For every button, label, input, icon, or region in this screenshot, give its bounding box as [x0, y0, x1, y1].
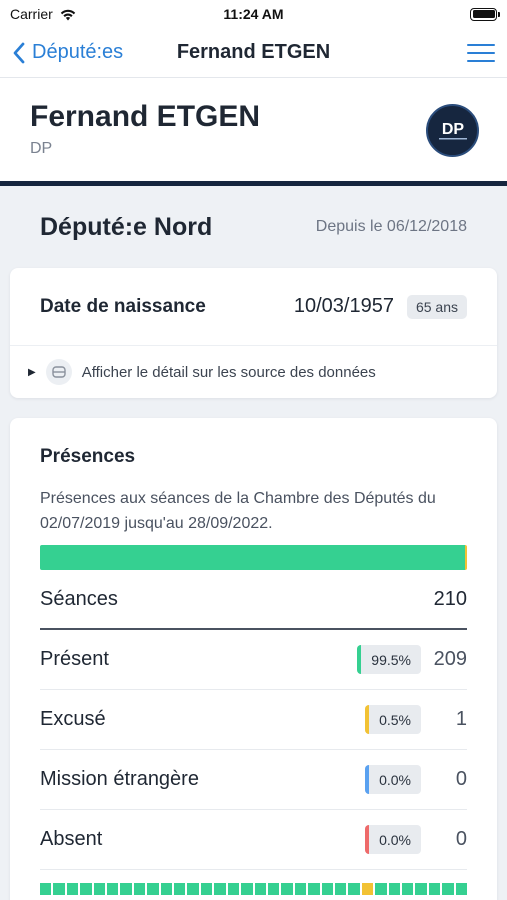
- timeline-tick: [147, 883, 159, 895]
- birth-date: 10/03/1957: [293, 295, 394, 317]
- battery-icon: [470, 7, 500, 21]
- timeline-tick: [281, 883, 293, 895]
- timeline-tick: [442, 883, 454, 895]
- timeline-tick: [241, 883, 253, 895]
- stat-row-present: Présent 99.5% 209: [40, 630, 467, 690]
- age-badge: 65 ans: [406, 294, 467, 319]
- timeline-tick: [321, 883, 333, 895]
- district-row: Député:e Nord Depuis le 06/12/2018: [0, 186, 507, 268]
- presences-card: Présences Présences aux séances de la Ch…: [10, 418, 497, 900]
- back-button[interactable]: Député:es: [12, 41, 123, 64]
- status-bar: Carrier 11:24 AM: [0, 0, 507, 28]
- timeline-tick: [348, 883, 360, 895]
- percent-value: 99.5%: [371, 651, 411, 668]
- percent-badge: 0.0%: [365, 825, 421, 854]
- stat-label: Excusé: [40, 708, 106, 730]
- percent-badge: 0.5%: [365, 705, 421, 734]
- clock: 11:24 AM: [223, 6, 284, 22]
- session-timeline: [40, 883, 467, 895]
- timeline-tick: [294, 883, 307, 895]
- birth-row: Date de naissance 10/03/1957 65 ans: [10, 268, 497, 346]
- sessions-count: 210: [433, 587, 467, 610]
- timeline-tick: [334, 883, 347, 895]
- timeline-tick: [375, 883, 387, 895]
- percent-badge: 0.0%: [365, 765, 421, 794]
- timeline-tick: [254, 883, 266, 895]
- stat-count: 209: [433, 648, 467, 670]
- party-logo: DP: [426, 104, 479, 157]
- timeline-tick: [66, 883, 79, 895]
- stat-label: Absent: [40, 828, 103, 850]
- stat-row-absent: Absent 0.0% 0: [40, 810, 467, 870]
- party-logo-mark: DP: [438, 121, 467, 139]
- presence-stacked-bar: [40, 545, 467, 570]
- stat-count: 0: [455, 828, 467, 850]
- timeline-tick: [227, 883, 240, 895]
- timeline-tick: [120, 883, 132, 895]
- timeline-tick: [187, 883, 199, 895]
- timeline-tick: [308, 883, 320, 895]
- timeline-tick: [267, 883, 280, 895]
- birth-card: Date de naissance 10/03/1957 65 ans ▶ Af…: [10, 268, 497, 398]
- timeline-tick: [160, 883, 173, 895]
- deputy-name: Fernand ETGEN: [30, 100, 261, 133]
- sessions-total-row: Séances 210: [40, 570, 467, 630]
- timeline-tick: [80, 883, 92, 895]
- birth-label: Date de naissance: [40, 295, 206, 317]
- timeline-tick: [93, 883, 106, 895]
- timeline-tick: [388, 883, 400, 895]
- timeline-tick: [401, 883, 414, 895]
- timeline-tick: [174, 883, 186, 895]
- presence-bar-segment: [464, 545, 467, 570]
- timeline-tick: [200, 883, 213, 895]
- district-title: Député:e Nord: [40, 212, 213, 241]
- disclosure-triangle-icon: ▶: [28, 366, 36, 378]
- timeline-tick: [428, 883, 441, 895]
- svg-text:DP: DP: [441, 121, 464, 138]
- mandate-since: Depuis le 06/12/2018: [315, 218, 467, 235]
- data-source-disclosure[interactable]: ▶ Afficher le détail sur les source des …: [10, 346, 497, 398]
- sessions-label: Séances: [40, 587, 118, 610]
- stat-row-mission: Mission étrangère 0.0% 0: [40, 750, 467, 810]
- database-icon: [45, 359, 72, 385]
- stat-label: Mission étrangère: [40, 768, 199, 790]
- back-label: Député:es: [32, 41, 124, 63]
- timeline-tick: [214, 883, 226, 895]
- timeline-tick: [53, 883, 65, 895]
- timeline-tick: [361, 883, 374, 895]
- navigation-bar: Député:es Fernand ETGEN: [0, 28, 507, 78]
- presences-title: Présences: [40, 446, 136, 467]
- percent-value: 0.0%: [379, 831, 411, 848]
- stat-label: Présent: [40, 648, 109, 670]
- timeline-tick: [455, 883, 467, 895]
- party-label: DP: [30, 140, 53, 157]
- data-source-link: Afficher le détail sur les source des do…: [81, 363, 376, 381]
- stat-count: 0: [455, 768, 467, 790]
- presence-bar-segment: [40, 545, 465, 570]
- profile-header: Fernand ETGEN DP DP: [0, 78, 507, 186]
- percent-badge: 99.5%: [357, 645, 421, 674]
- timeline-tick: [40, 883, 52, 895]
- stat-count: 1: [455, 708, 467, 730]
- percent-value: 0.5%: [379, 711, 411, 728]
- timeline-tick: [133, 883, 146, 895]
- stat-row-excused: Excusé 0.5% 1: [40, 690, 467, 750]
- timeline-tick: [107, 883, 119, 895]
- presences-description: Présences aux séances de la Chambre des …: [40, 490, 436, 532]
- hamburger-menu-icon[interactable]: [467, 41, 495, 65]
- percent-value: 0.0%: [379, 771, 411, 788]
- timeline-tick: [415, 883, 427, 895]
- chevron-left-icon: [13, 42, 25, 63]
